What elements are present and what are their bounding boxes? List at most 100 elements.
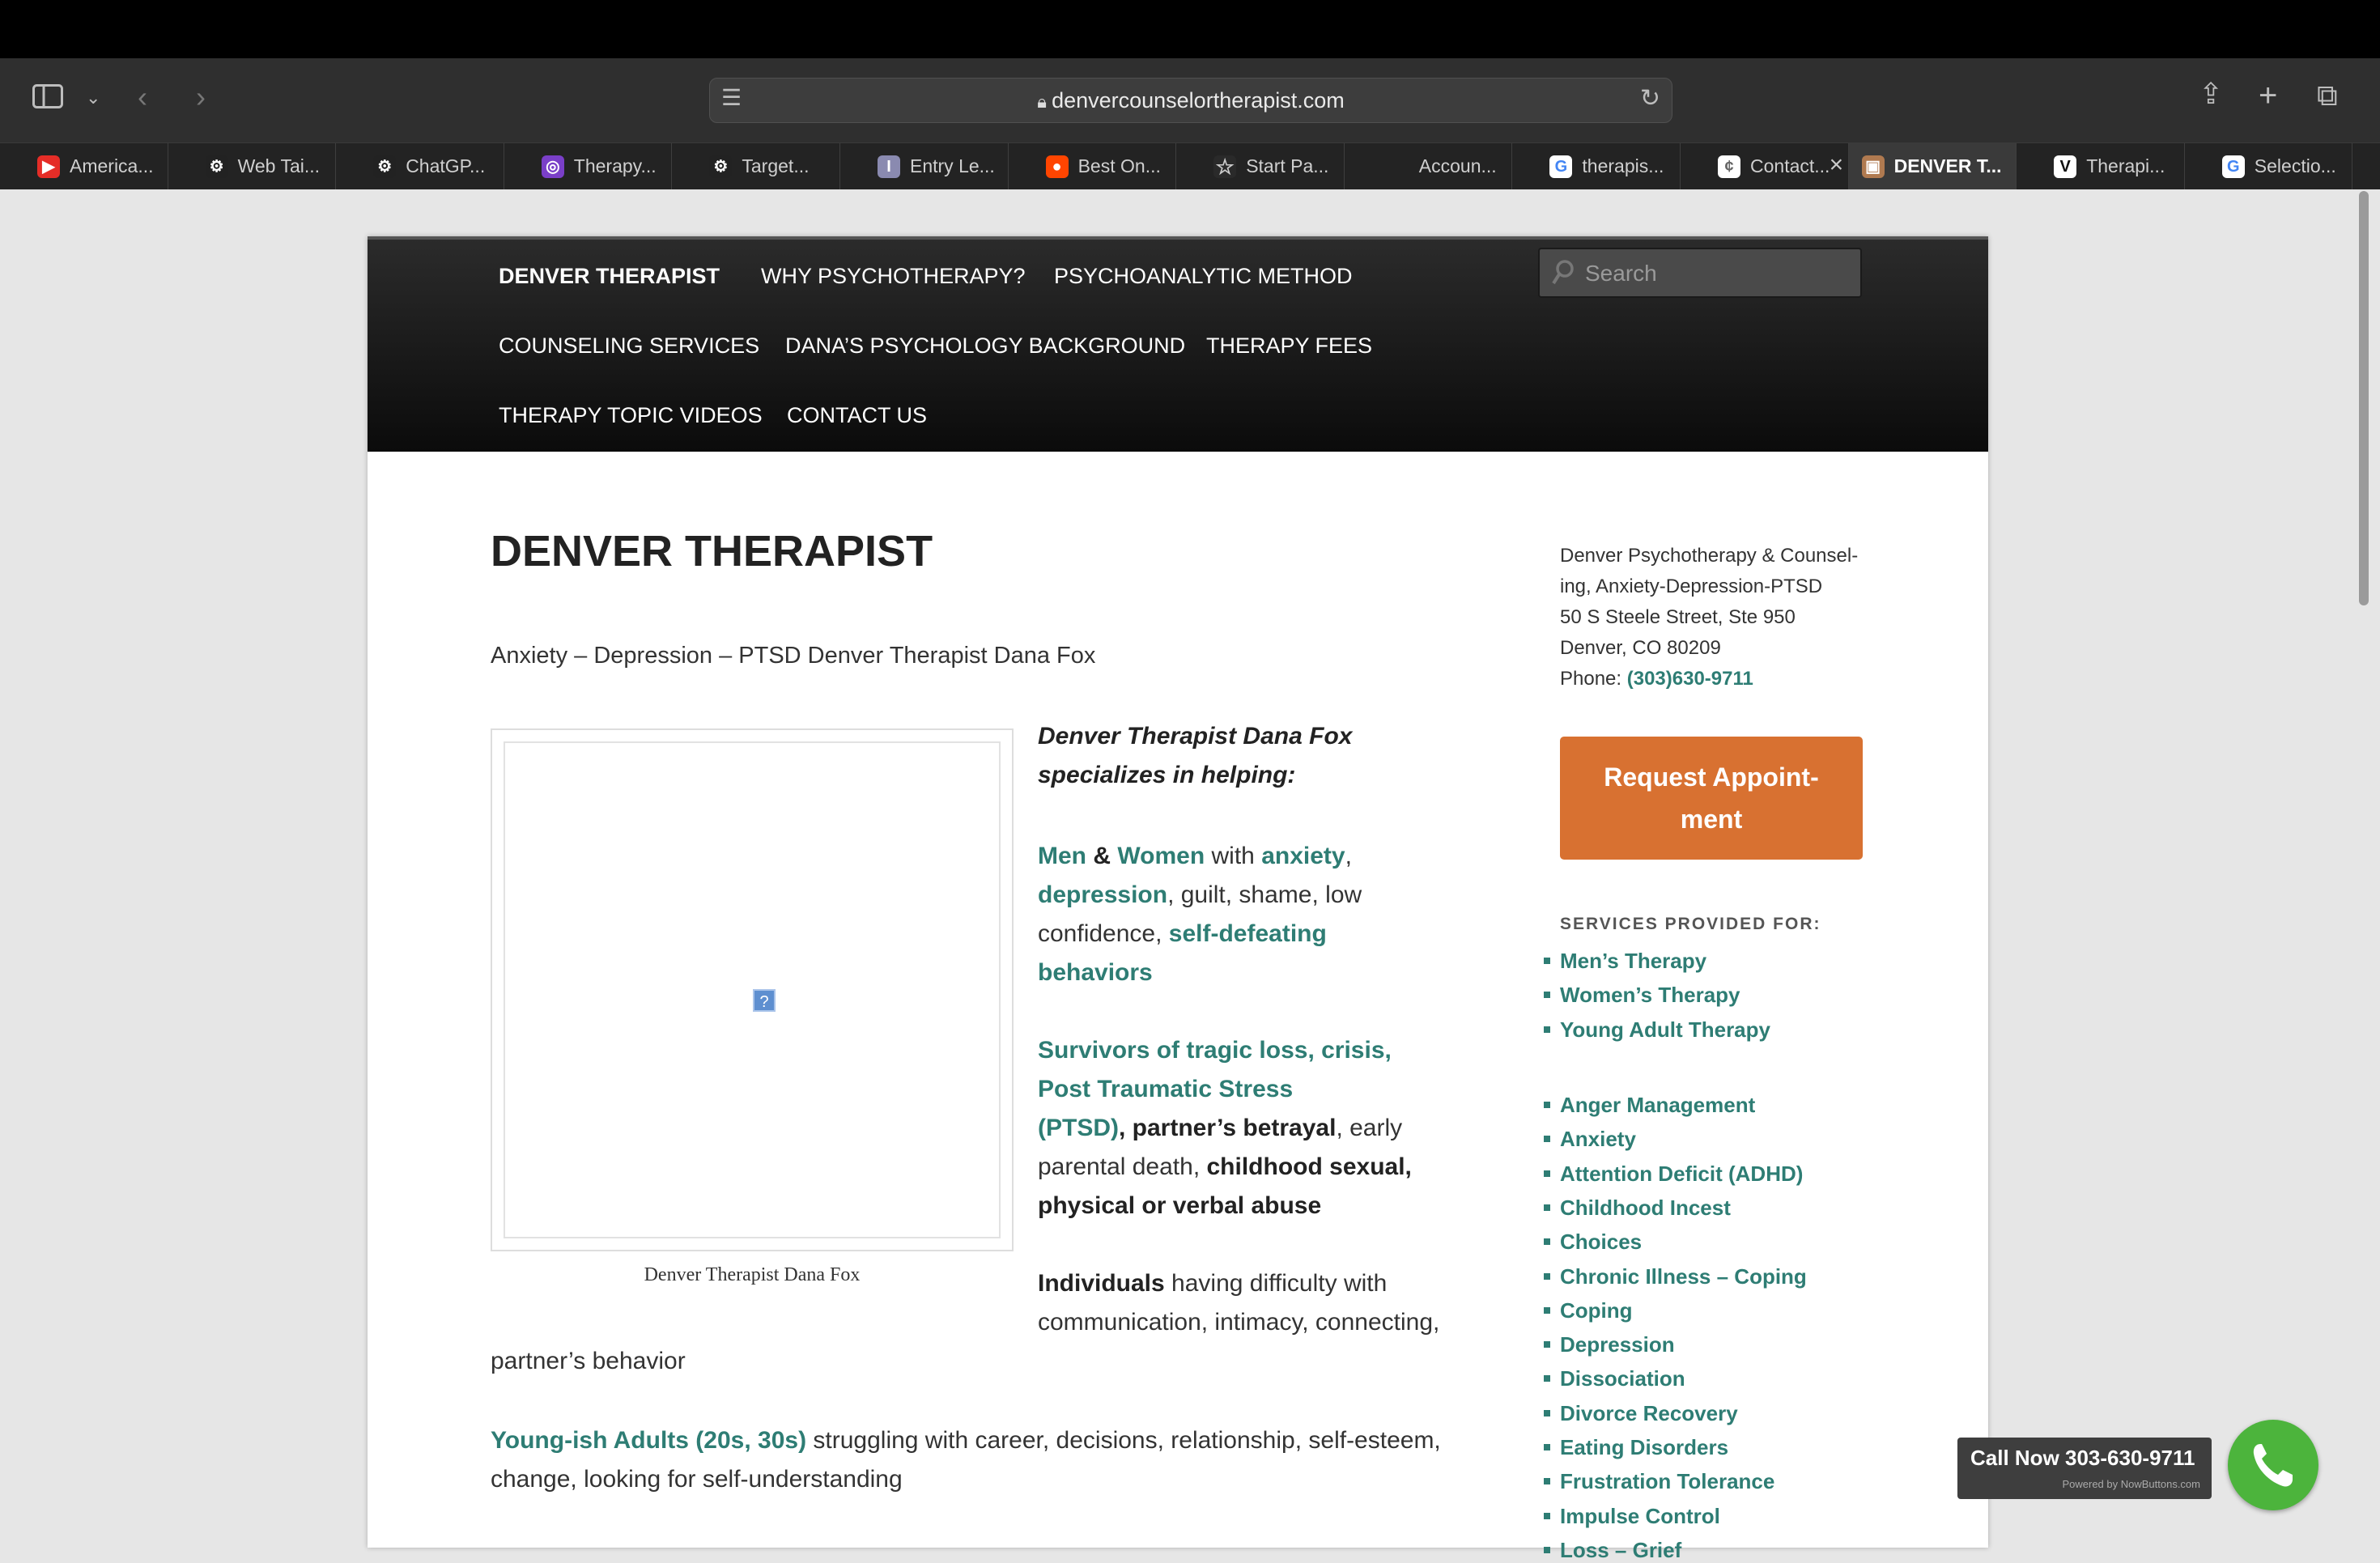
call-now-bar[interactable]: Call Now 303-630-9711 Powered by NowButt… [1957,1438,2212,1499]
link-men[interactable]: Men [1038,843,1086,869]
link-survivors[interactable]: Survivors of tragic loss, crisis, [1038,1037,1392,1064]
browser-tab[interactable]: ◎ Therapy... [504,143,673,190]
address-line: Denver, CO 80209 [1560,637,1721,659]
services-heading: SERVICES PROVIDED FOR: [1560,915,1821,933]
paragraph-individuals: Individuals having difficulty with commu… [1038,1264,1439,1342]
text: having difficulty with [1164,1270,1388,1297]
tab-label: Contact... [1750,155,1830,176]
tab-overview-icon[interactable]: ⧉ [2317,81,2338,110]
search-input[interactable] [1583,256,1854,291]
browser-tab[interactable]: Gtherapis... [1512,143,1681,190]
button-label: Request Appoint- [1604,762,1819,792]
browser-tab[interactable]: V Therapi... [2017,143,2185,190]
search-box[interactable] [1538,248,1862,298]
browser-tab[interactable]: × ▣ DENVER T... [1830,143,2017,190]
circle-logo-icon: ◎ [541,155,564,178]
sidebar-toggle-icon[interactable] [32,84,63,113]
service-link[interactable]: Choices [1543,1230,1642,1255]
tab-label: Entry Le... [910,155,995,176]
browser-tab[interactable]: I Entry Le... [840,143,1009,190]
text: , early [1336,1115,1403,1141]
nav-counseling-services[interactable]: COUNSELING SERVICES [499,333,759,359]
browser-tab[interactable]: ▶ America... [0,143,168,190]
link-ptsd[interactable]: Post Traumatic Stress [1038,1076,1293,1102]
intro-line: Denver Therapist Dana Fox [1038,723,1353,750]
nav-therapy-topic-videos[interactable]: THERAPY TOPIC VIDEOS [499,403,763,428]
openai-icon: ⚙ [205,155,228,178]
text: , partner’s betrayal [1119,1115,1337,1141]
openai-icon: ⚙ [709,155,733,178]
share-icon[interactable]: ⇪ [2199,79,2223,108]
service-link[interactable]: Eating Disorders [1543,1435,1728,1460]
service-link[interactable]: Coping [1544,1298,1633,1323]
close-tab-icon[interactable]: × [1830,151,1844,179]
service-link[interactable]: Men’s Therapy [1543,949,1706,974]
nav-therapy-fees[interactable]: THERAPY FEES [1206,333,1372,359]
chevron-down-icon[interactable]: ⌄ [86,89,100,107]
browser-tab[interactable]: G Selectio... [2185,143,2353,190]
text: struggling with career, decisions, relat… [806,1427,1441,1454]
back-icon[interactable]: ‹ [138,83,147,112]
address-bar[interactable]: ☰ 🔒︎ denvercounselortherapist.com ↻ [709,78,1672,123]
nav-why-psychotherapy[interactable]: WHY PSYCHOTHERAPY? [761,264,1026,289]
system-menu-bar [0,0,2380,58]
service-link[interactable]: Impulse Control [1544,1504,1720,1529]
browser-tab[interactable]: ☆ Start Pa... [1176,143,1345,190]
service-link[interactable]: Anxiety [1544,1127,1636,1152]
phone-icon [2250,1441,2296,1493]
reload-icon[interactable]: ↻ [1640,87,1660,111]
phone-link[interactable]: (303)630-9711 [1627,668,1753,690]
browser-tab[interactable]: ● Best On... [1009,143,1177,190]
nav-danas-background[interactable]: DANA’S PSYCHOLOGY BACKGROUND [785,333,1185,359]
service-link[interactable]: Childhood Incest [1544,1196,1731,1221]
intro-text: Denver Therapist Dana Fox specializes in… [1038,717,1352,795]
text: , [1345,843,1352,869]
service-link[interactable]: Anger Management [1543,1093,1755,1118]
browser-tab[interactable]: ⚙ Target... [672,143,840,190]
browser-tab[interactable]: Accoun... [1345,143,1513,190]
browser-tab[interactable]: ⚙ ChatGP... [336,143,504,190]
text: parental death, [1038,1153,1207,1180]
powered-by-text: Powered by NowButtons.com [2062,1478,2200,1490]
service-link[interactable]: Dissociation [1544,1366,1685,1391]
url-text: 🔒︎ denvercounselortherapist.com [710,88,1672,113]
text: communication, intimacy, connecting, [1038,1309,1440,1336]
tab-label: Target... [742,155,810,176]
link-women[interactable]: Women [1117,843,1205,869]
therapist-photo-frame: ? [491,728,1014,1251]
service-link[interactable]: Frustration Tolerance [1543,1469,1774,1494]
call-button[interactable] [2228,1420,2318,1510]
link-young-adults[interactable]: Young-ish Adults (20s, 30s) [491,1427,806,1454]
service-link[interactable]: Loss – Grief [1543,1538,1681,1563]
link-anxiety[interactable]: anxiety [1261,843,1345,869]
text: confidence, [1038,920,1169,947]
nav-denver-therapist[interactable]: DENVER THERAPIST [499,264,720,289]
i-letter-icon: I [878,155,900,178]
tab-label: Therapy... [573,155,657,176]
service-link[interactable]: Depression [1544,1332,1675,1357]
new-tab-icon[interactable]: + [2259,79,2277,112]
text: Individuals [1038,1270,1165,1297]
service-link[interactable]: Women’s Therapy [1544,983,1740,1008]
call-now-text: Call Now 303-630-9711 [1970,1446,2195,1470]
browser-tab[interactable]: ⚙ Web Tai... [168,143,337,190]
request-appointment-button[interactable]: Request Appoint- ment [1560,737,1863,860]
vo-icon: V [2054,155,2077,178]
browser-tab[interactable]: ¢ Contact... [1681,143,1849,190]
page-subtitle: Anxiety – Depression – PTSD Denver Thera… [491,643,1096,669]
link-ptsd-abbr[interactable]: (PTSD) [1038,1115,1119,1141]
service-link[interactable]: Chronic Illness – Coping [1544,1264,1807,1289]
service-link[interactable]: Divorce Recovery [1544,1401,1738,1426]
tab-label: therapis... [1582,155,1664,176]
link-behaviors[interactable]: behaviors [1038,959,1153,986]
service-link[interactable]: Attention Deficit (ADHD) [1543,1162,1803,1187]
nav-psychoanalytic-method[interactable]: PSYCHOANALYTIC METHOD [1054,264,1353,289]
forward-icon[interactable]: › [196,83,206,112]
link-depression[interactable]: depression [1038,881,1167,908]
nav-contact-us[interactable]: CONTACT US [787,403,927,428]
link-self-defeating[interactable]: self-defeating [1169,920,1327,947]
browser-toolbar: ⌄ ‹ › ☰ 🔒︎ denvercounselortherapist.com … [0,58,2380,142]
paragraph-men-women: Men & Women with anxiety, depression, gu… [1038,837,1362,992]
service-link[interactable]: Young Adult Therapy [1544,1017,1770,1043]
scrollbar-thumb[interactable] [2359,191,2369,605]
